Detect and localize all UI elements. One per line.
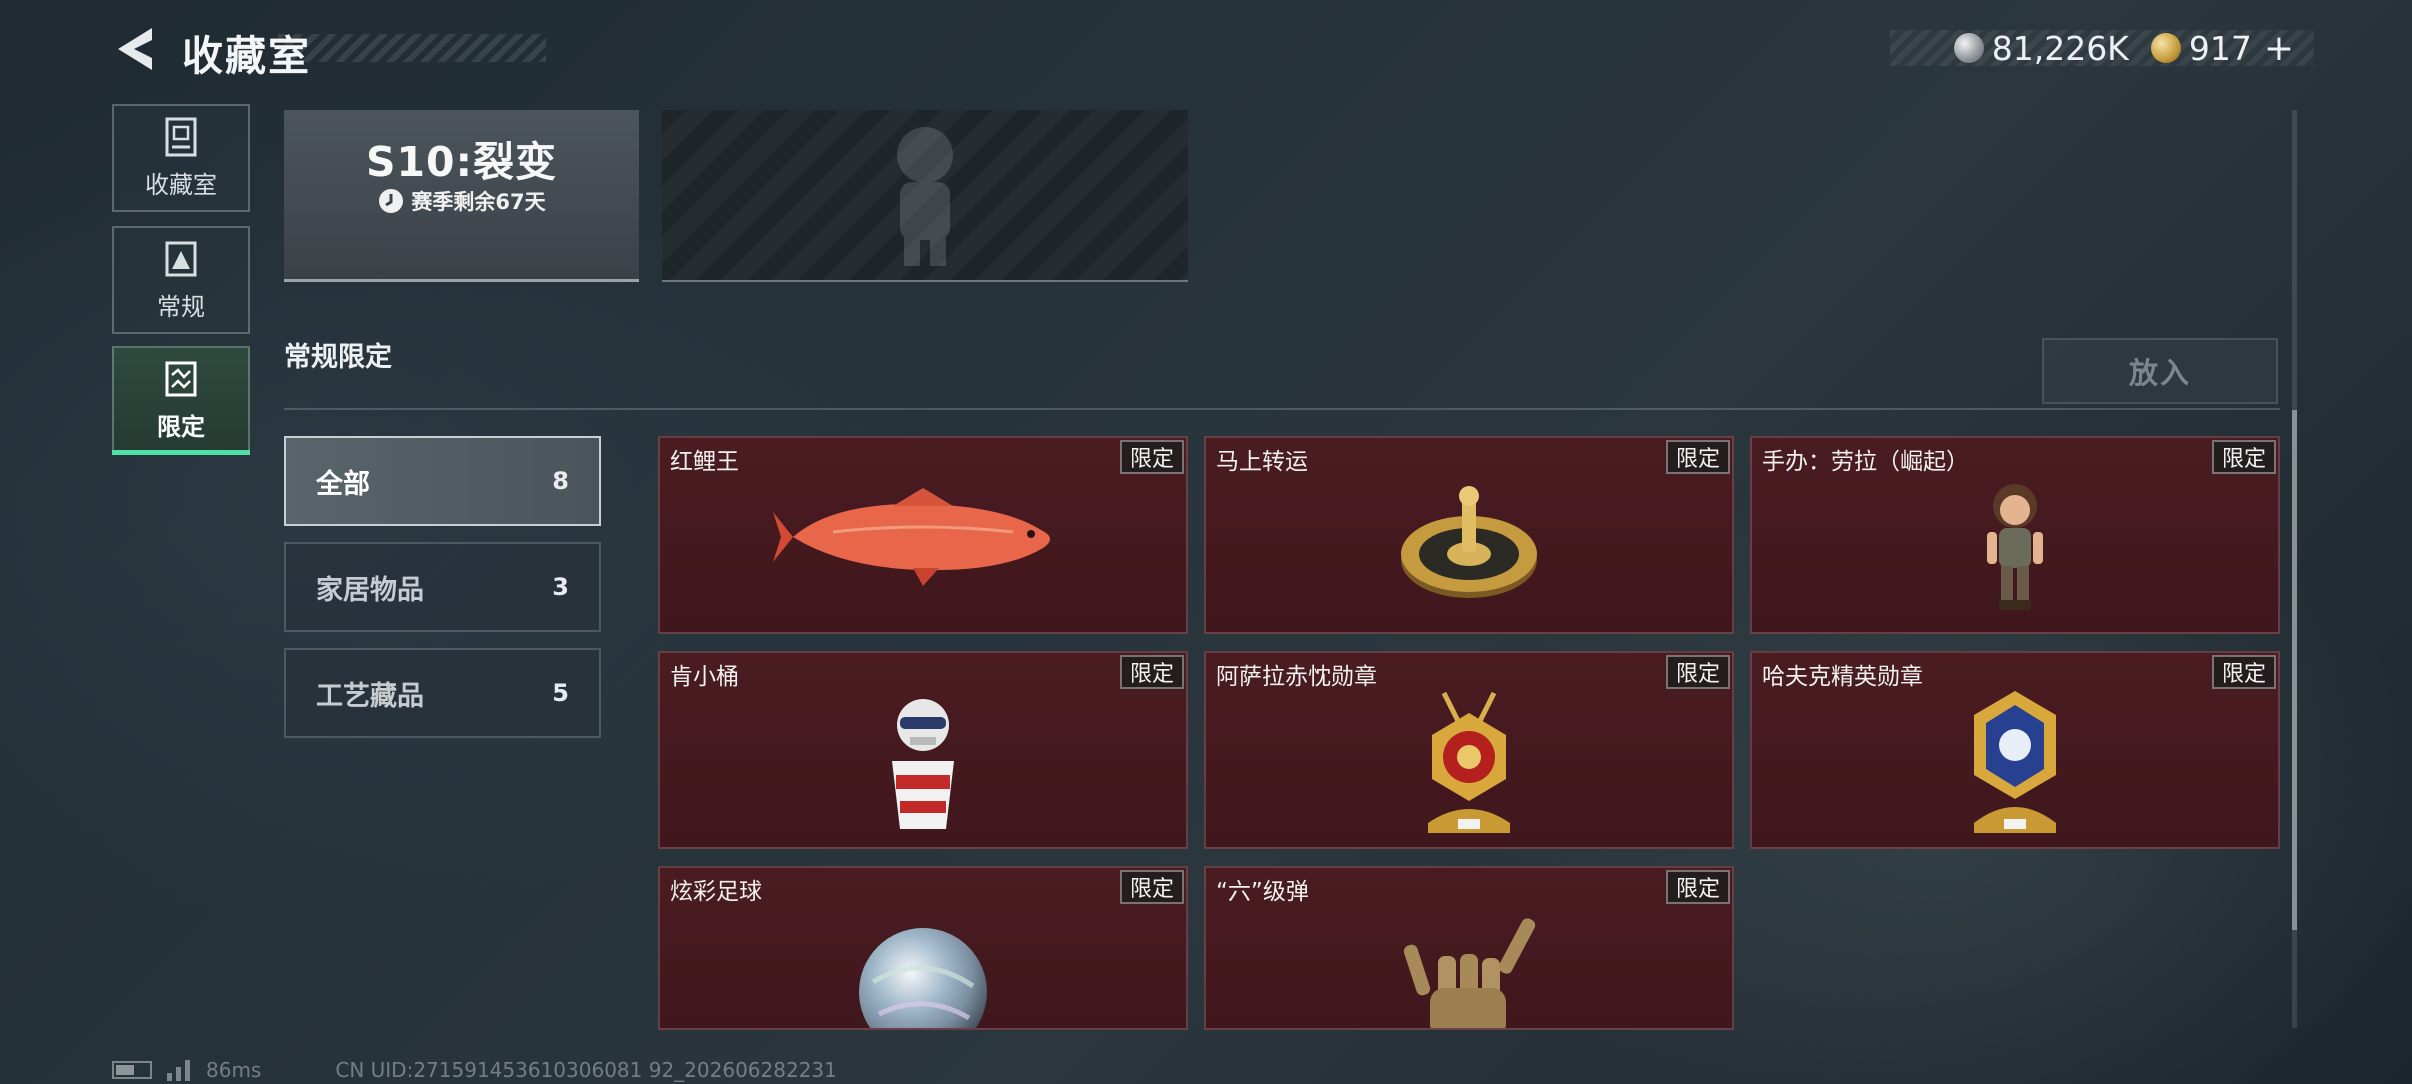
red-medal-icon — [1428, 691, 1510, 833]
currency-bar: 81,226K 917 + — [1890, 28, 2314, 69]
silver-coin-icon — [1953, 33, 1984, 63]
gold-coin-icon — [2150, 33, 2181, 63]
category-label: 工艺藏品 — [316, 680, 424, 712]
figure-silhouette-icon — [897, 127, 953, 266]
category-label: 全部 — [316, 468, 370, 500]
section-divider — [284, 408, 2280, 410]
item-name: “六”级弹 — [1216, 879, 1309, 905]
ping-value: 86ms — [206, 1058, 262, 1082]
limited-icon — [165, 361, 197, 396]
item-card[interactable]: 肯小桶 限定 — [658, 651, 1188, 849]
category-count: 8 — [552, 467, 569, 495]
page-title: 收藏室 — [182, 32, 311, 80]
section-title: 常规限定 — [284, 342, 392, 373]
category-home-items[interactable]: 家居物品 3 — [284, 542, 601, 632]
limited-badge: 限定 — [2211, 655, 2276, 689]
nav-collection-room[interactable]: 收藏室 — [112, 104, 250, 212]
place-button[interactable]: 放入 — [2042, 338, 2278, 404]
item-name: 炫彩足球 — [670, 879, 762, 905]
category-count: 5 — [552, 679, 569, 707]
nav-label: 限定 — [157, 412, 205, 441]
bucket-figure-icon — [892, 699, 954, 829]
item-name: 哈夫克精英勋章 — [1762, 664, 1923, 690]
item-card[interactable]: 马上转运 限定 — [1204, 436, 1734, 634]
season-card[interactable]: S10:裂变 赛季剩余67天 — [284, 110, 639, 282]
locked-item-card — [662, 110, 1188, 282]
category-label: 家居物品 — [316, 574, 424, 606]
item-name: 红鲤王 — [670, 449, 739, 475]
limited-badge: 限定 — [1119, 870, 1184, 904]
item-name: 马上转运 — [1216, 449, 1308, 475]
battery-icon — [112, 1061, 152, 1079]
add-currency-button[interactable]: + — [2264, 28, 2294, 69]
signal-icon — [167, 1060, 190, 1081]
nav-limited[interactable]: 限定 — [112, 346, 250, 454]
nav-label: 常规 — [157, 292, 205, 321]
limited-badge: 限定 — [1665, 655, 1730, 689]
regular-icon — [165, 241, 197, 276]
limited-badge: 限定 — [1119, 440, 1184, 474]
item-card[interactable]: 阿萨拉赤忱勋章 限定 — [1204, 651, 1734, 849]
blue-medal-icon — [1974, 691, 2056, 833]
iridescent-ball-icon — [859, 928, 987, 1028]
scrollbar-thumb[interactable] — [2292, 410, 2297, 930]
category-all[interactable]: 全部 8 — [284, 436, 601, 526]
item-card[interactable]: 炫彩足球 限定 — [658, 866, 1188, 1030]
item-name: 阿萨拉赤忱勋章 — [1216, 664, 1377, 690]
item-card[interactable]: 红鲤王 限定 — [658, 436, 1188, 634]
nav-active-indicator — [112, 450, 250, 455]
limited-badge: 限定 — [1665, 870, 1730, 904]
nav-label: 收藏室 — [145, 170, 217, 199]
nav-regular[interactable]: 常规 — [112, 226, 250, 334]
golden-hand-icon — [1403, 918, 1536, 1028]
red-carp-icon — [773, 488, 1051, 586]
item-name: 肯小桶 — [670, 664, 739, 690]
title-stripe — [278, 34, 546, 62]
season-remaining: 赛季剩余67天 — [284, 186, 639, 216]
season-title: S10:裂变 — [366, 138, 557, 186]
limited-badge: 限定 — [1119, 655, 1184, 689]
lara-figure-icon — [1987, 484, 2043, 610]
back-arrow-icon[interactable] — [112, 24, 158, 74]
clock-icon — [379, 189, 404, 213]
item-card[interactable]: 手办：劳拉（崛起） 限定 — [1750, 436, 2280, 634]
uid-text: CN UID:271591453610306081 92_20260628223… — [335, 1058, 837, 1082]
limited-badge: 限定 — [2211, 440, 2276, 474]
lucky-wheel-icon — [1401, 486, 1537, 598]
status-bar: 86ms CN UID:271591453610306081 92_202606… — [112, 1058, 837, 1082]
item-card[interactable]: “六”级弹 限定 — [1204, 866, 1734, 1030]
collection-room-icon — [165, 117, 197, 156]
gold-currency-value: 917 — [2188, 28, 2252, 68]
category-crafts[interactable]: 工艺藏品 5 — [284, 648, 601, 738]
category-count: 3 — [552, 573, 569, 601]
item-card[interactable]: 哈夫克精英勋章 限定 — [1750, 651, 2280, 849]
limited-badge: 限定 — [1665, 440, 1730, 474]
item-name: 手办：劳拉（崛起） — [1762, 449, 1969, 475]
silver-currency-value: 81,226K — [1991, 28, 2129, 68]
season-remaining-text: 赛季剩余67天 — [411, 190, 546, 214]
